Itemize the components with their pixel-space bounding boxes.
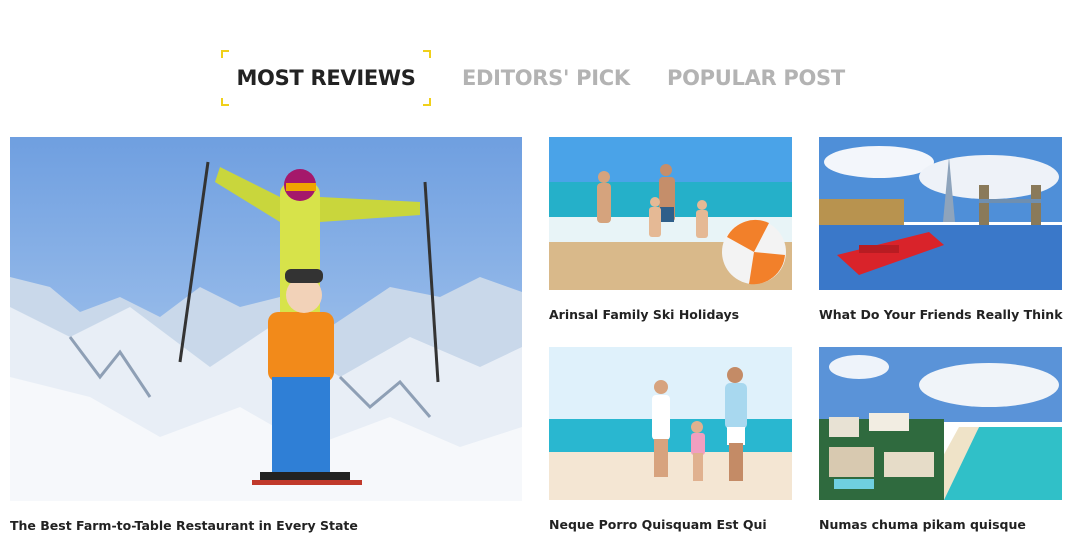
tab-editors-pick[interactable]: EDITORS' PICK [462,50,630,106]
post-card-3[interactable]: Neque Porro Quisquam Est Qui [549,347,792,537]
post-card-1[interactable]: Arinsal Family Ski Holidays [549,137,792,327]
post-image-4[interactable] [819,347,1062,500]
active-corner-top-right [423,50,431,58]
post-image-2[interactable] [819,137,1062,290]
active-corner-bottom-right [423,98,431,106]
featured-post-card[interactable]: The Best Farm-to-Table Restaurant in Eve… [10,137,522,537]
post-title-4[interactable]: Numas chuma pikam quisque [819,517,1026,532]
post-title-1[interactable]: Arinsal Family Ski Holidays [549,307,739,322]
post-title-3[interactable]: Neque Porro Quisquam Est Qui [549,517,767,532]
tab-most-reviews-label: MOST REVIEWS [236,66,416,90]
post-title-2[interactable]: What Do Your Friends Really Think [819,307,1063,322]
post-card-2[interactable]: What Do Your Friends Really Think [819,137,1063,327]
post-image-1[interactable] [549,137,792,290]
featured-post-title[interactable]: The Best Farm-to-Table Restaurant in Eve… [10,518,358,533]
active-corner-top-left [221,50,229,58]
tab-popular-post[interactable]: POPULAR POST [667,50,845,106]
active-corner-bottom-left [221,98,229,106]
featured-post-image[interactable] [10,137,522,501]
post-image-3[interactable] [549,347,792,500]
tab-most-reviews[interactable]: MOST REVIEWS [221,50,431,106]
post-card-4[interactable]: Numas chuma pikam quisque [819,347,1062,537]
